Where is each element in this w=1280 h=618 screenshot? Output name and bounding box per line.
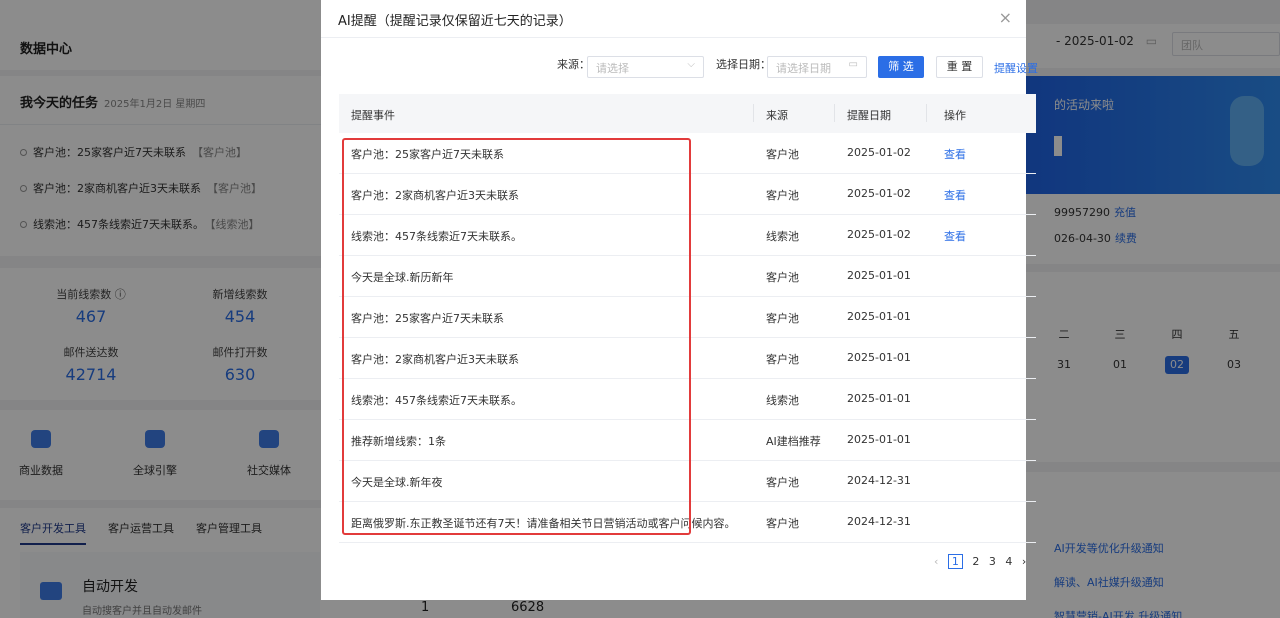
cell-source: 客户池	[766, 312, 799, 325]
cell-date: 2025-01-01	[847, 310, 911, 323]
page-4[interactable]: 4	[1005, 555, 1012, 568]
date-label: 选择日期：	[716, 58, 771, 71]
table-row: 客户池：2家商机客户近3天未联系 客户池 2025-01-01	[339, 338, 1036, 379]
column-divider	[926, 104, 927, 122]
cell-event: 客户池：25家客户近7天未联系	[351, 148, 504, 161]
column-header-date: 提醒日期	[847, 109, 891, 122]
cell-source: 客户池	[766, 476, 799, 489]
table-body: 客户池：25家客户近7天未联系 客户池 2025-01-02 查看 客户池：2家商机客户…	[339, 133, 1036, 543]
table-row: 今天是全球.新历新年 客户池 2025-01-01	[339, 256, 1036, 297]
view-link[interactable]: 查看	[944, 187, 966, 203]
date-placeholder: 请选择日期	[776, 62, 831, 75]
reminder-table: 提醒事件 来源 提醒日期 操作 客户池：25家客户近7天未联系 客户池 2025-0…	[339, 94, 1036, 543]
cell-source: 线索池	[766, 394, 799, 407]
cell-date: 2025-01-02	[847, 228, 911, 241]
table-row: 线索池：457条线索近7天未联系。 线索池 2025-01-02 查看	[339, 215, 1036, 256]
table-row: 客户池：25家客户近7天未联系 客户池 2025-01-02 查看	[339, 133, 1036, 174]
table-header: 提醒事件 来源 提醒日期 操作	[339, 94, 1036, 133]
cell-event: 推荐新增线索：1条	[351, 435, 446, 448]
next-page-icon[interactable]: ›	[1022, 555, 1026, 568]
cell-event: 客户池：2家商机客户近3天未联系	[351, 189, 519, 202]
calendar-icon: ▭	[848, 59, 858, 70]
cell-source: 客户池	[766, 353, 799, 366]
reset-button[interactable]: 重 置	[936, 56, 983, 78]
cell-date: 2025-01-01	[847, 269, 911, 282]
cell-event: 客户池：25家客户近7天未联系	[351, 312, 504, 325]
table-row: 客户池：2家商机客户近3天未联系 客户池 2025-01-02 查看	[339, 174, 1036, 215]
cell-date: 2025-01-01	[847, 392, 911, 405]
cell-event: 今天是全球.新历新年	[351, 271, 454, 284]
cell-event: 线索池：457条线索近7天未联系。	[351, 230, 522, 243]
prev-page-icon[interactable]: ‹	[934, 555, 938, 568]
cell-source: 客户池	[766, 517, 799, 530]
cell-event: 距离俄罗斯.东正教圣诞节还有7天！请准备相关节日营销活动或客户问候内容。	[351, 517, 736, 530]
source-select[interactable]: 请选择 ⌵	[587, 56, 704, 78]
pagination: ‹ 1 2 3 4 ›	[934, 554, 1032, 569]
cell-event: 客户池：2家商机客户近3天未联系	[351, 353, 519, 366]
table-row: 推荐新增线索：1条 AI建档推荐 2025-01-01	[339, 420, 1036, 461]
chevron-down-icon: ⌵	[687, 59, 695, 70]
cell-date: 2024-12-31	[847, 515, 911, 528]
view-link[interactable]: 查看	[944, 228, 966, 244]
cell-date: 2024-12-31	[847, 474, 911, 487]
column-divider	[834, 104, 835, 122]
cell-source: 客户池	[766, 189, 799, 202]
cell-event: 今天是全球.新年夜	[351, 476, 443, 489]
source-label: 来源：	[557, 58, 590, 71]
page-1[interactable]: 1	[947, 554, 963, 569]
table-row: 今天是全球.新年夜 客户池 2024-12-31	[339, 461, 1036, 502]
source-placeholder: 请选择	[596, 62, 629, 75]
column-header-event: 提醒事件	[351, 109, 395, 122]
table-row: 客户池：25家客户近7天未联系 客户池 2025-01-01	[339, 297, 1036, 338]
column-header-action: 操作	[944, 109, 966, 122]
cell-date: 2025-01-02	[847, 146, 911, 159]
modal-title: AI提醒（提醒记录仅保留近七天的记录）	[338, 14, 572, 29]
modal-header: AI提醒（提醒记录仅保留近七天的记录） ×	[321, 0, 1026, 38]
cell-source: 客户池	[766, 148, 799, 161]
cell-source: AI建档推荐	[766, 435, 821, 448]
cell-source: 线索池	[766, 230, 799, 243]
cell-date: 2025-01-01	[847, 351, 911, 364]
cell-date: 2025-01-01	[847, 433, 911, 446]
view-link[interactable]: 查看	[944, 146, 966, 162]
page-2[interactable]: 2	[972, 555, 979, 568]
reminder-settings-link[interactable]: 提醒设置	[994, 60, 1038, 76]
table-row: 线索池：457条线索近7天未联系。 线索池 2025-01-01	[339, 379, 1036, 420]
cell-date: 2025-01-02	[847, 187, 911, 200]
filter-button[interactable]: 筛 选	[878, 56, 924, 78]
cell-source: 客户池	[766, 271, 799, 284]
cell-event: 线索池：457条线索近7天未联系。	[351, 394, 522, 407]
page-3[interactable]: 3	[989, 555, 996, 568]
column-header-source: 来源	[766, 109, 788, 122]
ai-reminder-modal: AI提醒（提醒记录仅保留近七天的记录） × 来源： 请选择 ⌵ 选择日期： 请选择…	[321, 0, 1038, 600]
table-row: 距离俄罗斯.东正教圣诞节还有7天！请准备相关节日营销活动或客户问候内容。 客户池 2…	[339, 502, 1036, 543]
close-icon[interactable]: ×	[999, 8, 1012, 27]
date-picker[interactable]: 请选择日期 ▭	[767, 56, 867, 78]
column-divider	[753, 104, 754, 122]
